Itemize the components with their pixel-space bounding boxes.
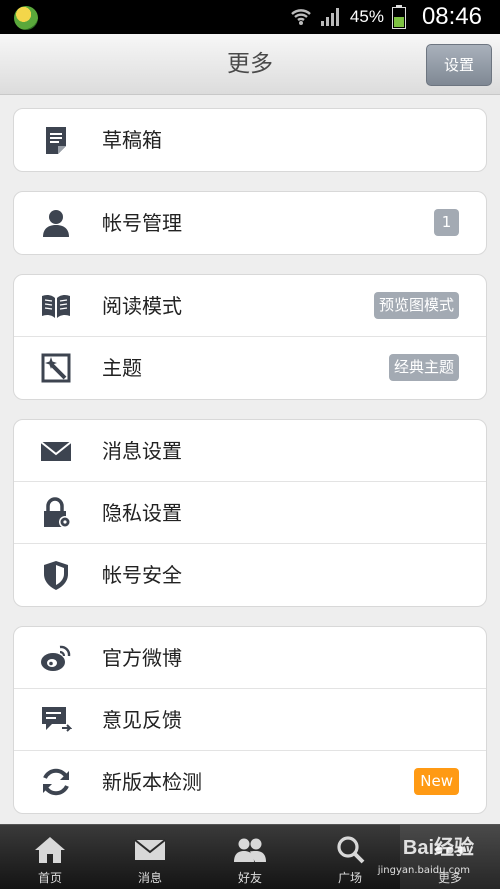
tab-label: 首页 — [37, 871, 62, 885]
list-item-label: 官方微博 — [102, 646, 182, 670]
list-item-check-update[interactable]: 新版本检测 New — [14, 751, 486, 813]
group-drafts: 草稿箱 — [13, 108, 487, 172]
group-display: 阅读模式 预览图模式 主题 经典主题 — [13, 274, 487, 400]
list-item-account-security[interactable]: 帐号安全 — [14, 544, 486, 606]
search-icon — [337, 836, 365, 864]
baidu-watermark: Bai经验 — [402, 837, 474, 859]
lock-gear-icon — [40, 497, 72, 529]
settings-list: 草稿箱 帐号管理 1 阅读模式 预览图模式 主题 经典主题 消息设置 隐私设置 … — [0, 95, 500, 824]
list-item-feedback[interactable]: 意见反馈 — [14, 689, 486, 751]
list-item-message-settings[interactable]: 消息设置 — [14, 420, 486, 482]
list-item-label: 帐号安全 — [102, 563, 182, 587]
shield-icon — [40, 559, 72, 591]
list-item-label: 草稿箱 — [102, 128, 162, 152]
new-badge: New — [414, 768, 459, 795]
group-privacy: 消息设置 隐私设置 帐号安全 — [13, 419, 487, 607]
list-item-official-weibo[interactable]: 官方微博 — [14, 627, 486, 689]
tab-label: 消息 — [137, 871, 162, 885]
weibo-icon — [40, 642, 72, 674]
count-badge: 1 — [434, 209, 459, 236]
tab-friends[interactable]: 好友 — [200, 825, 300, 889]
tab-home[interactable]: 首页 — [0, 825, 100, 889]
battery-percent: 45% — [349, 7, 384, 26]
envelope-icon — [40, 435, 72, 467]
signal-icon — [320, 8, 339, 26]
theme-value-badge: 经典主题 — [388, 354, 459, 381]
group-about: 官方微博 意见反馈 新版本检测 New — [13, 626, 487, 814]
list-item-label: 主题 — [102, 356, 142, 380]
bottom-tab-bar: 首页 消息 好友 广场 更多 Bai经验 jingyan.baidu.com — [0, 824, 500, 889]
friends-icon — [234, 838, 266, 862]
message-icon — [134, 839, 166, 860]
list-item-theme[interactable]: 主题 经典主题 — [14, 337, 486, 399]
clock: 08:46 — [421, 3, 482, 30]
list-item-reading-mode[interactable]: 阅读模式 预览图模式 — [14, 275, 486, 337]
list-item-label: 帐号管理 — [102, 211, 182, 235]
reading-mode-value-badge: 预览图模式 — [373, 292, 459, 319]
list-item-label: 意见反馈 — [102, 708, 182, 732]
refresh-icon — [40, 766, 72, 798]
theme-wand-icon — [40, 352, 72, 384]
tab-plaza[interactable]: 广场 — [300, 825, 400, 889]
list-item-drafts[interactable]: 草稿箱 — [14, 109, 486, 171]
feedback-icon — [40, 704, 73, 736]
status-bar: 45% 08:46 — [0, 0, 500, 34]
tab-label: 好友 — [237, 871, 262, 885]
battery-icon — [391, 5, 406, 29]
list-item-privacy-settings[interactable]: 隐私设置 — [14, 482, 486, 544]
home-icon — [35, 837, 65, 863]
title-bar: 更多 设置 — [0, 34, 500, 95]
wifi-icon — [291, 9, 311, 25]
list-item-label: 隐私设置 — [102, 501, 182, 525]
tab-messages[interactable]: 消息 — [100, 825, 200, 889]
list-item-label: 阅读模式 — [102, 294, 182, 318]
user-icon — [40, 207, 72, 239]
status-indicators: 45% 08:46 — [290, 0, 482, 34]
settings-button[interactable]: 设置 — [426, 44, 492, 86]
list-item-label: 消息设置 — [102, 439, 182, 463]
list-item-label: 新版本检测 — [102, 770, 202, 794]
group-account: 帐号管理 1 — [13, 191, 487, 255]
page-title: 更多 — [227, 51, 273, 77]
list-item-account-management[interactable]: 帐号管理 1 — [14, 192, 486, 254]
drafts-icon — [40, 124, 72, 156]
app-notification-icon — [14, 6, 38, 30]
baidu-watermark-url: jingyan.baidu.com — [377, 865, 470, 876]
book-icon — [40, 290, 72, 322]
